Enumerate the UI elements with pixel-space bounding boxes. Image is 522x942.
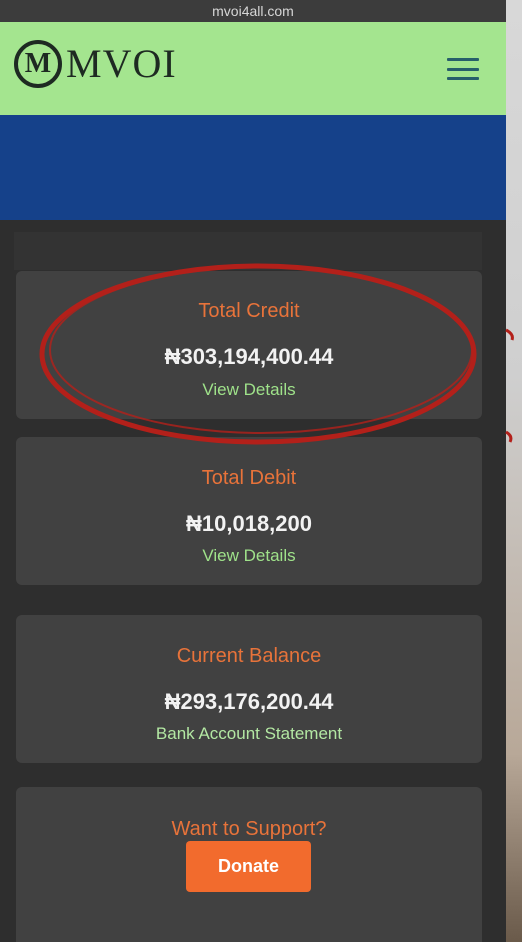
bank-statement-link[interactable]: Bank Account Statement xyxy=(16,724,482,744)
site-logo[interactable]: M MVOI xyxy=(14,40,177,88)
site-header: M MVOI xyxy=(0,22,506,115)
view-details-link[interactable]: View Details xyxy=(16,380,482,400)
page-edge xyxy=(506,0,522,942)
menu-line xyxy=(447,67,479,71)
total-credit-card: Total Credit ₦303,194,400.44 View Detail… xyxy=(16,271,482,419)
current-balance-card: Current Balance ₦293,176,200.44 Bank Acc… xyxy=(16,615,482,763)
hero-banner xyxy=(0,115,506,220)
donate-button[interactable]: Donate xyxy=(186,841,311,892)
card-amount: ₦293,176,200.44 xyxy=(164,689,334,714)
view-details-link[interactable]: View Details xyxy=(16,546,482,566)
top-strip xyxy=(14,232,482,270)
logo-text: MVOI xyxy=(66,41,177,86)
menu-line xyxy=(447,58,479,61)
card-amount: ₦303,194,400.44 xyxy=(164,344,334,369)
card-amount: ₦10,018,200 xyxy=(186,511,312,536)
support-title: Want to Support? xyxy=(171,818,327,840)
browser-url-bar[interactable]: mvoi4all.com xyxy=(0,0,506,22)
url-text: mvoi4all.com xyxy=(212,3,294,19)
card-title: Total Debit xyxy=(201,467,297,489)
logo-mark-icon: M xyxy=(14,40,62,88)
total-debit-card: Total Debit ₦10,018,200 View Details xyxy=(16,437,482,585)
card-title: Current Balance xyxy=(176,645,322,667)
hamburger-menu-icon[interactable] xyxy=(447,58,479,80)
card-title: Total Credit xyxy=(198,300,300,322)
menu-line xyxy=(447,77,479,80)
